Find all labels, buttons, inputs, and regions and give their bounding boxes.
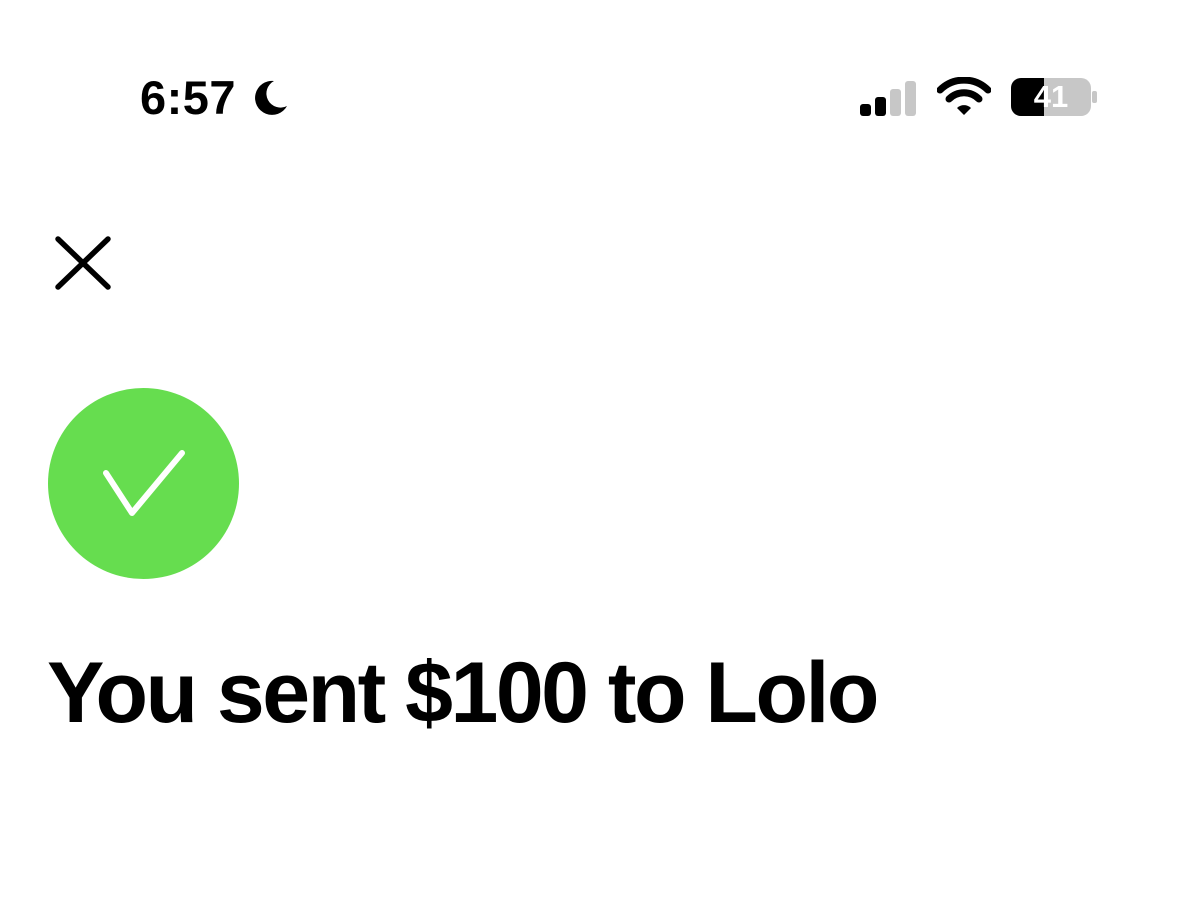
wifi-icon xyxy=(937,77,991,115)
success-badge xyxy=(48,388,239,579)
signal-bar-3 xyxy=(890,89,901,116)
status-time: 6:57 xyxy=(140,71,237,124)
cellular-signal-icon xyxy=(860,81,916,116)
status-bar: 6:57 41 xyxy=(0,0,1199,200)
signal-bar-1 xyxy=(860,104,871,116)
battery-indicator: 41 xyxy=(1011,78,1097,116)
status-time-group: 6:57 xyxy=(140,70,290,126)
battery-percent: 41 xyxy=(1033,79,1069,114)
signal-bar-4 xyxy=(905,81,916,116)
payment-confirmation-headline: You sent $100 to Lolo xyxy=(47,645,879,741)
moon-icon xyxy=(255,80,288,115)
close-button[interactable] xyxy=(50,231,116,297)
close-icon xyxy=(55,236,111,290)
checkmark-circle-icon xyxy=(103,450,185,516)
signal-bar-2 xyxy=(875,97,886,116)
